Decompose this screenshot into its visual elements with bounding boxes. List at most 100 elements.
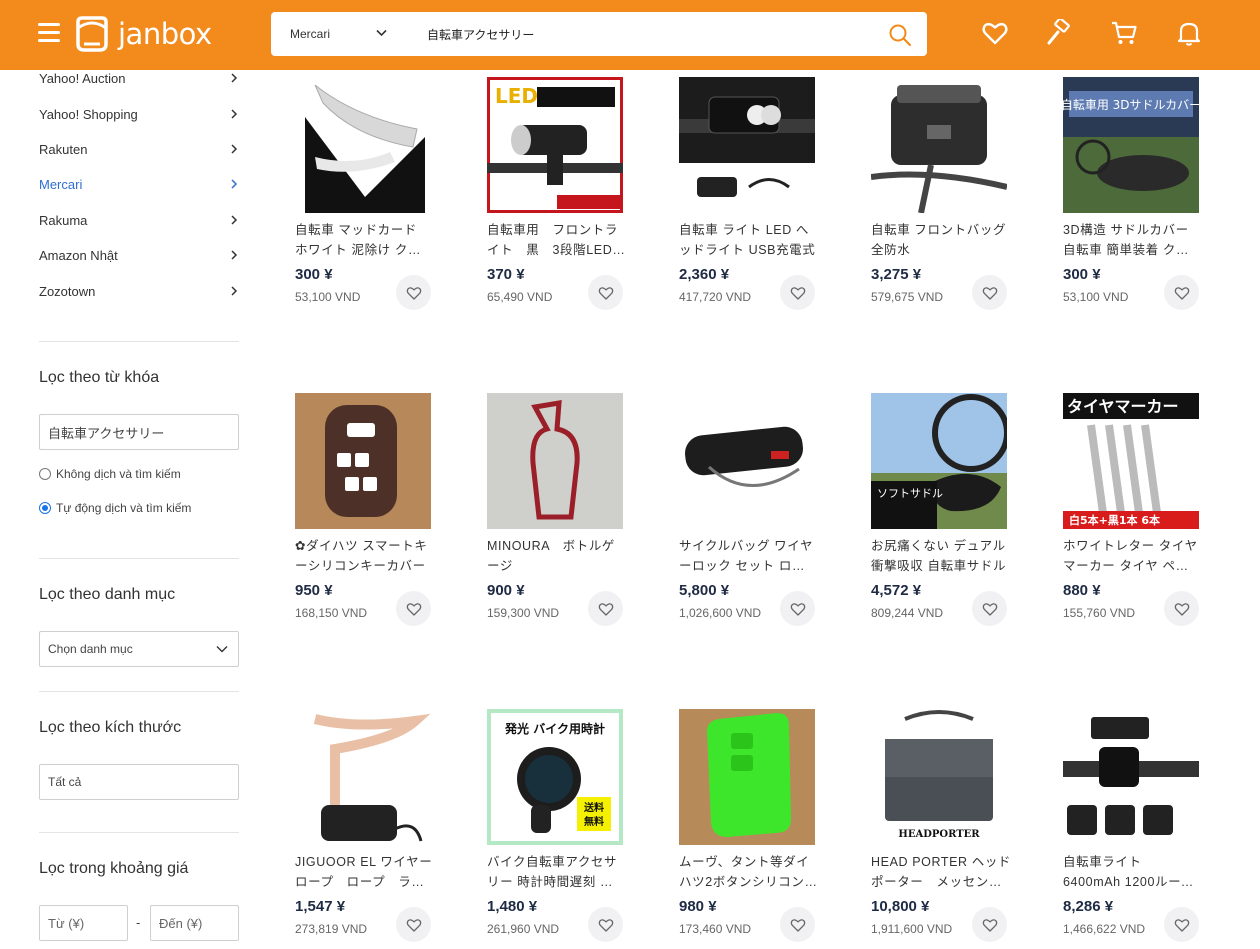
product-card[interactable]: 発光 バイク用時計 送料 無料バイク自転車アクセサ リー 時計時間遅刻 防止 1,480…: [487, 709, 625, 949]
product-title-line: ポーター メッセンジャー: [871, 875, 1009, 889]
favorite-button[interactable]: [780, 275, 815, 310]
product-image[interactable]: [295, 393, 431, 529]
product-image[interactable]: [295, 77, 431, 213]
favorite-button[interactable]: [780, 591, 815, 626]
favorite-button[interactable]: [588, 275, 623, 310]
radio-button-checked[interactable]: [39, 502, 51, 514]
size-filter-field[interactable]: Tất cả: [39, 764, 239, 800]
sidebar-item-yahoo-auction[interactable]: Yahoo! Auction: [39, 68, 239, 88]
product-image[interactable]: [871, 77, 1007, 213]
product-card[interactable]: 自転車 フロントバッグ 全防水 3,275 ¥ 579,675 VND: [871, 77, 1007, 317]
search-input[interactable]: [427, 12, 867, 56]
favorite-button[interactable]: [972, 907, 1007, 942]
product-card[interactable]: サイクルバッグ ワイヤ ーロック セット ロード 5,800 ¥ 1,026,600 …: [679, 393, 817, 633]
product-title[interactable]: 自転車ライト 6400mAh 1200ルーメン: [1063, 852, 1201, 892]
auction-hammer-icon[interactable]: [1045, 19, 1073, 47]
product-image[interactable]: 自転車用 3Dサドルカバー: [1063, 77, 1199, 213]
product-title[interactable]: ムーヴ、タント等ダイハツ2ボタンシリコンカバー: [679, 852, 817, 892]
product-title[interactable]: バイク自転車アクセサ リー 時計時間遅刻 防止: [487, 852, 625, 892]
sidebar-item-rakuten[interactable]: Rakuten: [39, 139, 239, 159]
favorite-button[interactable]: [1164, 591, 1199, 626]
sidebar-item-amazon-nhat[interactable]: Amazon Nhật: [39, 245, 239, 265]
product-image[interactable]: [295, 709, 431, 845]
product-title[interactable]: 自転車用 フロントライト 黒 3段階LEDライト: [487, 220, 625, 260]
size-filter-title: Lọc theo kích thước: [39, 719, 182, 736]
favorite-button[interactable]: [588, 907, 623, 942]
product-image[interactable]: LED: [487, 77, 623, 213]
product-image[interactable]: ソフトサドル: [871, 393, 1007, 529]
favorite-button[interactable]: [972, 591, 1007, 626]
product-image[interactable]: HEADPORTER: [871, 709, 1007, 845]
product-image[interactable]: [1063, 709, 1199, 845]
bell-icon[interactable]: [1175, 19, 1203, 47]
product-image[interactable]: [679, 709, 815, 845]
product-card[interactable]: ソフトサドル お尻痛くない デュアル 衝撃吸収 自転車サドル 4,572 ¥ 809,2…: [871, 393, 1007, 633]
cart-icon[interactable]: [1110, 19, 1138, 47]
product-card[interactable]: LED 自転車用 フロントライト 黒 3段階LEDライト 370 ¥ 65,490 V…: [487, 77, 625, 317]
favorite-button[interactable]: [780, 907, 815, 942]
radio-no-translate[interactable]: Không dịch và tìm kiếm: [39, 467, 181, 481]
product-title-line: ーロック セット ロード: [679, 559, 817, 573]
product-title[interactable]: サイクルバッグ ワイヤ ーロック セット ロード: [679, 536, 817, 576]
sidebar-item-rakuma[interactable]: Rakuma: [39, 210, 239, 230]
product-title[interactable]: 自転車 マッドカードホワイト 泥除け クロスバイク: [295, 220, 433, 260]
sidebar-item-mercari[interactable]: Mercari: [39, 174, 239, 194]
favorite-button[interactable]: [396, 275, 431, 310]
product-card[interactable]: ムーヴ、タント等ダイハツ2ボタンシリコンカバー 980 ¥ 173,460 VND: [679, 709, 817, 949]
favorite-button[interactable]: [396, 907, 431, 942]
favorite-button[interactable]: [1164, 907, 1199, 942]
product-title[interactable]: JIGUOOR EL ワイヤー ロープ ロープ ライト: [295, 852, 433, 892]
product-title[interactable]: 3D構造 サドルカバー自転車 簡単装着 クッション: [1063, 220, 1201, 260]
product-title[interactable]: MINOURA ボトルゲ ージ: [487, 536, 625, 576]
product-image[interactable]: 発光 バイク用時計 送料 無料: [487, 709, 623, 845]
product-title[interactable]: お尻痛くない デュアル 衝撃吸収 自転車サドル: [871, 536, 1009, 576]
hamburger-menu-icon[interactable]: [38, 23, 60, 43]
product-title-line: 自転車 ライト LED へ: [679, 223, 810, 237]
product-image[interactable]: タイヤマーカー 白5本+黒1本 6本: [1063, 393, 1199, 529]
product-card[interactable]: HEADPORTER HEAD PORTER ヘッドポーター メッセンジャー 10,…: [871, 709, 1009, 949]
heart-icon: [982, 918, 997, 932]
product-card[interactable]: 自転車用 3Dサドルカバー 3D構造 サドルカバー自転車 簡単装着 クッション 30…: [1063, 77, 1201, 317]
product-card[interactable]: 自転車 ライト LED へッドライト USB充電式 2,360 ¥ 417,720 …: [679, 77, 815, 317]
keyword-input[interactable]: [48, 415, 238, 449]
favorite-button[interactable]: [1164, 275, 1199, 310]
product-card[interactable]: タイヤマーカー 白5本+黒1本 6本ホワイトレター タイヤ マーカー タイヤ ペン …: [1063, 393, 1201, 633]
source-select[interactable]: Mercari: [271, 12, 409, 56]
favorite-button[interactable]: [972, 275, 1007, 310]
heart-icon: [1174, 602, 1189, 616]
price-from-input[interactable]: Từ (¥): [39, 905, 128, 941]
product-title[interactable]: ✿ダイハツ スマートキ ーシリコンキーカバー: [295, 536, 433, 576]
product-card[interactable]: 自転車 マッドカードホワイト 泥除け クロスバイク 300 ¥ 53,100 VND: [295, 77, 433, 317]
product-image[interactable]: [487, 393, 623, 529]
chevron-down-icon: [216, 646, 228, 653]
janbox-logo[interactable]: janbox: [74, 13, 212, 55]
heart-icon: [790, 918, 805, 932]
product-card[interactable]: ✿ダイハツ スマートキ ーシリコンキーカバー 950 ¥ 168,150 VND: [295, 393, 431, 633]
svg-text:タイヤマーカー: タイヤマーカー: [1067, 397, 1179, 416]
product-card[interactable]: MINOURA ボトルゲ ージ 900 ¥ 159,300 VND: [487, 393, 623, 633]
search-bar: Mercari: [271, 12, 927, 56]
price-filter-title: Lọc trong khoảng giá: [39, 860, 189, 877]
favorite-button[interactable]: [396, 591, 431, 626]
price-to-input[interactable]: Đến (¥): [150, 905, 239, 941]
heart-icon[interactable]: [981, 19, 1009, 47]
product-title[interactable]: ホワイトレター タイヤ マーカー タイヤ ペン 6本: [1063, 536, 1201, 576]
search-icon[interactable]: [887, 22, 913, 48]
product-price-yen: 1,480 ¥: [487, 898, 538, 915]
sidebar-item-yahoo-shopping[interactable]: Yahoo! Shopping: [39, 104, 239, 124]
radio-auto-translate[interactable]: Tự động dịch và tìm kiếm: [39, 501, 191, 515]
product-card[interactable]: JIGUOOR EL ワイヤー ロープ ロープ ライト 1,547 ¥ 273,819…: [295, 709, 433, 949]
heart-icon: [1174, 918, 1189, 932]
product-price-yen: 5,800 ¥: [679, 582, 730, 599]
radio-button[interactable]: [39, 468, 51, 480]
favorite-button[interactable]: [588, 591, 623, 626]
product-card[interactable]: 自転車ライト 6400mAh 1200ルーメン 8,286 ¥ 1,466,622 V…: [1063, 709, 1201, 949]
category-select[interactable]: Chọn danh mục: [39, 631, 239, 667]
product-title[interactable]: 自転車 ライト LED へッドライト USB充電式: [679, 220, 817, 260]
product-title[interactable]: 自転車 フロントバッグ 全防水: [871, 220, 1009, 260]
product-title[interactable]: HEAD PORTER ヘッドポーター メッセンジャー: [871, 852, 1009, 892]
sidebar-item-zozotown[interactable]: Zozotown: [39, 281, 239, 301]
price-from-placeholder: Từ (¥): [48, 915, 85, 931]
product-image[interactable]: [679, 393, 815, 529]
product-image[interactable]: [679, 77, 815, 213]
